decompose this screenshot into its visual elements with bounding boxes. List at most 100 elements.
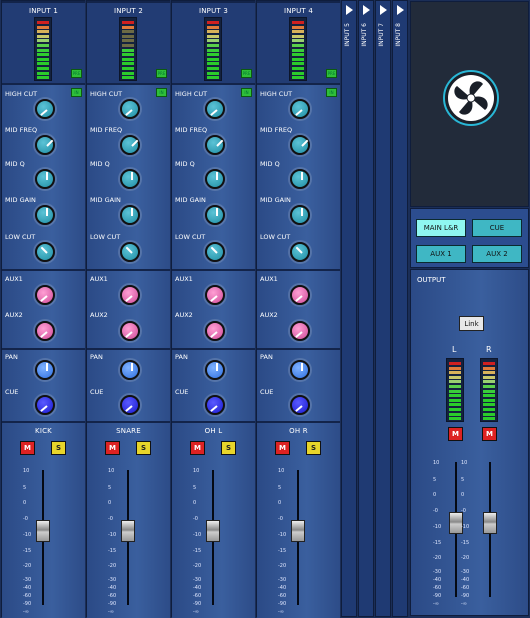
channel-meter bbox=[204, 17, 222, 81]
mid-freq-knob[interactable] bbox=[205, 135, 225, 155]
input-title: INPUT 1 bbox=[28, 7, 58, 15]
aux2-knob[interactable] bbox=[35, 321, 55, 341]
eq-in-badge[interactable]: IN bbox=[71, 88, 82, 97]
aux1-knob[interactable] bbox=[120, 285, 140, 305]
meter-segment bbox=[449, 408, 461, 411]
mid-q-knob[interactable] bbox=[290, 169, 310, 189]
expand-arrow-icon[interactable] bbox=[397, 5, 404, 15]
solo-button[interactable]: S bbox=[221, 441, 236, 455]
mute-button[interactable]: M bbox=[105, 441, 120, 455]
solo-button[interactable]: S bbox=[51, 441, 66, 455]
aux1-knob[interactable] bbox=[290, 285, 310, 305]
cue-knob[interactable] bbox=[205, 395, 225, 415]
output-right-mute-button[interactable]: M bbox=[482, 427, 497, 441]
aux1-bus-button[interactable]: AUX 1 bbox=[416, 245, 466, 263]
mid-q-knob[interactable] bbox=[205, 169, 225, 189]
mid-gain-knob[interactable] bbox=[205, 205, 225, 225]
aux2-bus-button[interactable]: AUX 2 bbox=[472, 245, 522, 263]
solo-button[interactable]: S bbox=[136, 441, 151, 455]
main-lr-button[interactable]: MAIN L&R bbox=[416, 219, 466, 237]
mid-freq-knob[interactable] bbox=[290, 135, 310, 155]
fader-section: KICK M S 10 5 0 -0 -10 -15 -20 -30 -40 -60 -90 -∞ bbox=[2, 421, 85, 618]
meter-segment bbox=[37, 44, 49, 47]
cue-knob[interactable] bbox=[290, 395, 310, 415]
aux1-knob[interactable] bbox=[205, 285, 225, 305]
low-cut-knob[interactable] bbox=[120, 242, 140, 262]
cue-knob[interactable] bbox=[35, 395, 55, 415]
meter-segment bbox=[207, 76, 219, 80]
mid-gain-knob[interactable] bbox=[35, 205, 55, 225]
meter-segment bbox=[37, 21, 49, 24]
mid-q-knob[interactable] bbox=[35, 169, 55, 189]
fader-scale-label: 10 bbox=[461, 460, 468, 466]
fader-handle[interactable] bbox=[449, 512, 463, 534]
channel-meter bbox=[119, 17, 137, 81]
mute-button[interactable]: M bbox=[20, 441, 35, 455]
pre-badge[interactable]: PRE bbox=[241, 69, 252, 78]
high-cut-knob[interactable] bbox=[120, 99, 140, 119]
meter-segment bbox=[449, 380, 461, 384]
fader-scale-label: 10 bbox=[23, 468, 30, 474]
high-cut-knob[interactable] bbox=[35, 99, 55, 119]
pre-badge[interactable]: PRE bbox=[326, 69, 337, 78]
mid-gain-knob[interactable] bbox=[290, 205, 310, 225]
cue-knob[interactable] bbox=[120, 395, 140, 415]
expand-arrow-icon[interactable] bbox=[380, 5, 387, 15]
fader-handle[interactable] bbox=[483, 512, 497, 534]
mute-button[interactable]: M bbox=[190, 441, 205, 455]
aux-section: AUX1 AUX2 bbox=[87, 269, 170, 348]
high-cut-knob[interactable] bbox=[205, 99, 225, 119]
mid-gain-knob[interactable] bbox=[120, 205, 140, 225]
fader-handle[interactable] bbox=[206, 520, 220, 542]
meter-segment bbox=[483, 371, 495, 375]
pre-badge[interactable]: PRE bbox=[156, 69, 167, 78]
eq-in-badge[interactable]: IN bbox=[241, 88, 252, 97]
aux1-knob[interactable] bbox=[35, 285, 55, 305]
low-cut-knob[interactable] bbox=[205, 242, 225, 262]
fader-handle[interactable] bbox=[291, 520, 305, 542]
fader-scale-label: -15 bbox=[108, 548, 117, 554]
aux2-knob[interactable] bbox=[120, 321, 140, 341]
mid-freq-knob[interactable] bbox=[120, 135, 140, 155]
meter-segment bbox=[483, 417, 495, 421]
meter-segment bbox=[207, 67, 219, 70]
collapsed-input-8[interactable]: INPUT 8 bbox=[392, 0, 408, 617]
aux2-knob[interactable] bbox=[290, 321, 310, 341]
solo-button[interactable]: S bbox=[306, 441, 321, 455]
low-cut-knob[interactable] bbox=[35, 242, 55, 262]
aux2-knob[interactable] bbox=[205, 321, 225, 341]
channel-name: KICK bbox=[35, 427, 52, 435]
meter-segment bbox=[292, 48, 304, 52]
eq-in-badge[interactable]: IN bbox=[156, 88, 167, 97]
pan-knob[interactable] bbox=[35, 360, 55, 380]
pan-knob[interactable] bbox=[205, 360, 225, 380]
meter-segment bbox=[292, 39, 304, 43]
pan-knob[interactable] bbox=[290, 360, 310, 380]
collapsed-input-6[interactable]: INPUT 6 bbox=[358, 0, 374, 617]
expand-arrow-icon[interactable] bbox=[346, 5, 353, 15]
expand-arrow-icon[interactable] bbox=[363, 5, 370, 15]
fader-handle[interactable] bbox=[36, 520, 50, 542]
output-left-mute-button[interactable]: M bbox=[448, 427, 463, 441]
mid-freq-knob[interactable] bbox=[35, 135, 55, 155]
meter-segment bbox=[207, 53, 219, 57]
fader-handle[interactable] bbox=[121, 520, 135, 542]
meter-segment bbox=[292, 44, 304, 47]
fader-scale-label: -30 bbox=[461, 569, 470, 575]
meter-segment bbox=[483, 375, 495, 379]
meter-segment bbox=[483, 403, 495, 407]
high-cut-knob[interactable] bbox=[290, 99, 310, 119]
mid-gain-label: MID GAIN bbox=[5, 196, 36, 204]
eq-in-badge[interactable]: IN bbox=[326, 88, 337, 97]
mid-q-knob[interactable] bbox=[120, 169, 140, 189]
cue-bus-button[interactable]: CUE bbox=[472, 219, 522, 237]
pan-knob[interactable] bbox=[120, 360, 140, 380]
meter-segment bbox=[292, 62, 304, 66]
pre-badge[interactable]: PRE bbox=[71, 69, 82, 78]
collapsed-input-7[interactable]: INPUT 7 bbox=[375, 0, 391, 617]
collapsed-input-5[interactable]: INPUT 5 bbox=[341, 0, 357, 617]
mute-button[interactable]: M bbox=[275, 441, 290, 455]
meter-segment bbox=[122, 57, 134, 61]
link-button[interactable]: Link bbox=[459, 316, 484, 331]
low-cut-knob[interactable] bbox=[290, 242, 310, 262]
